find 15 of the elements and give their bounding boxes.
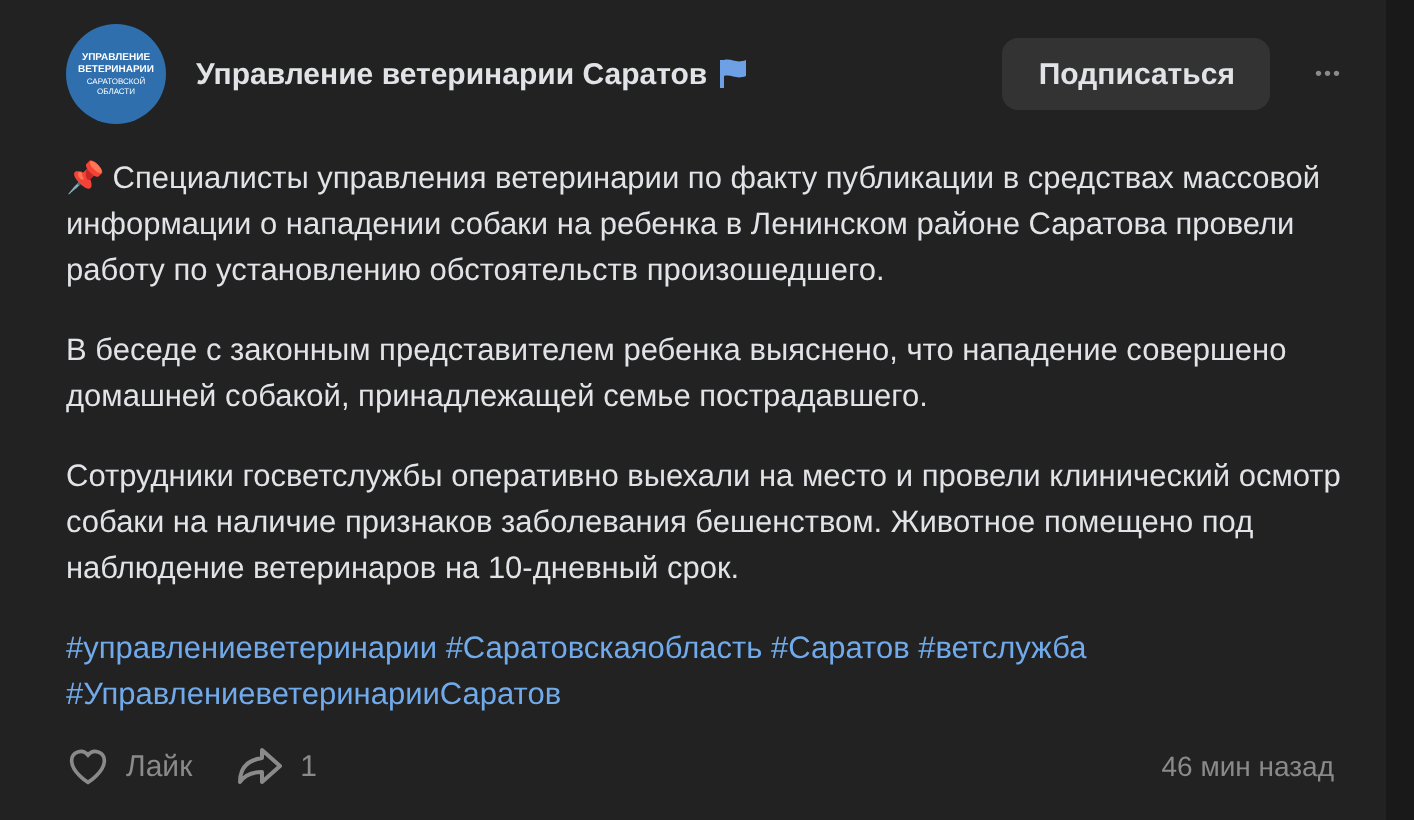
post-paragraph: 📌 Специалисты управления ветеринарии по факту публикации в средствах массовой информации о нападении собаки на ребенка в Ленинском районе Саратова провели работу по установлению обстоятельств произошедшего. <box>66 158 1323 292</box>
post-paragraph: В беседе с законным представителем ребенка выяснено, что нападение совершено домашней собакой, принадлежащей семье пострадавшего. <box>66 332 1289 418</box>
hashtag-link[interactable]: #управлениеветеринарии <box>66 632 437 666</box>
hashtag-link[interactable]: #ветслужба <box>918 632 1087 666</box>
post-paragraph: Сотрудники госветслужбы оперативно выехали на место и провели клинический осмотр собаки на наличие признаков заболевания бешенством. Животное помещено под наблюдение ветеринаров на 10-дневный срок. <box>66 458 1343 590</box>
post-time: 46 мин назад <box>1161 750 1334 782</box>
hashtag-link[interactable]: #Саратовскаяобласть <box>445 632 763 666</box>
like-button[interactable]: Лайк <box>66 746 193 786</box>
share-button[interactable]: 1 <box>236 746 317 786</box>
subscribe-button[interactable]: Подписаться <box>1002 38 1271 110</box>
more-button[interactable]: ••• <box>1314 63 1342 85</box>
hashtag-link[interactable]: #УправлениеветеринарииСаратов <box>66 678 562 712</box>
hashtag-link[interactable]: #Саратов <box>771 632 910 666</box>
author-name[interactable]: Управление ветеринарии Саратов <box>196 57 708 91</box>
share-icon <box>236 746 285 786</box>
